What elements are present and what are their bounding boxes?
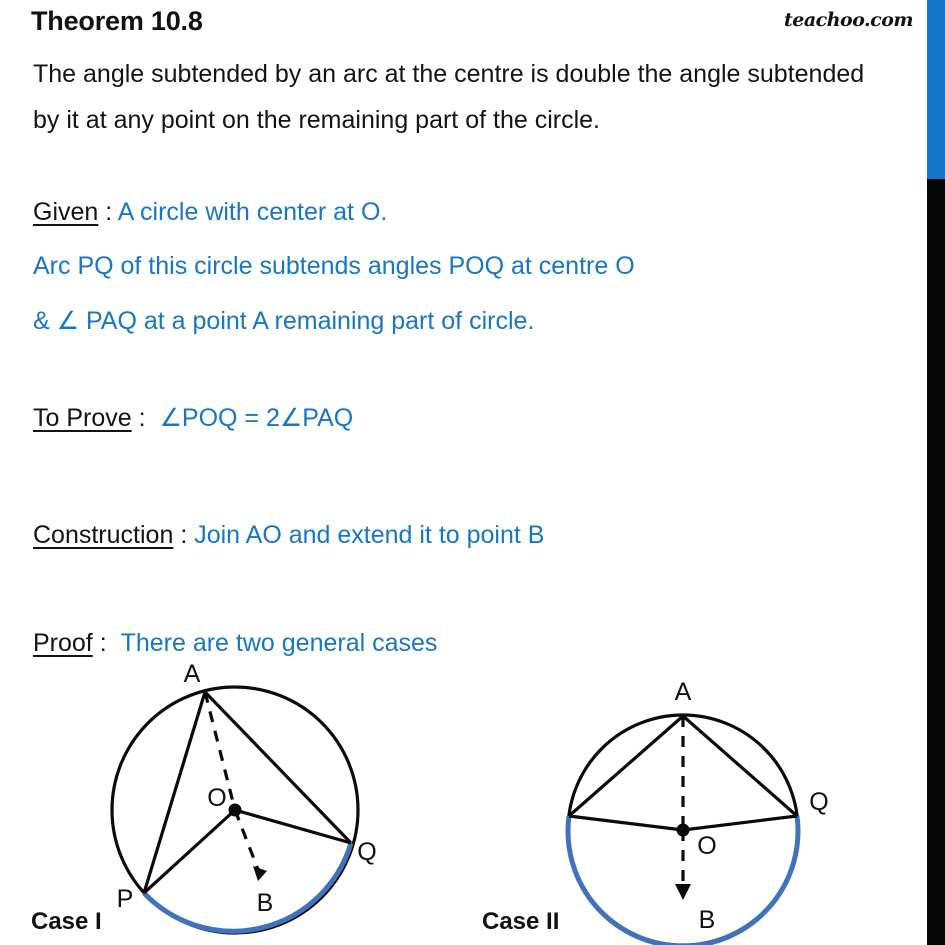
label-p: P <box>117 885 134 913</box>
label-o: O <box>697 832 716 860</box>
label-b: B <box>699 906 716 934</box>
proof-separator: : <box>99 629 107 657</box>
case-one-caption: Case I <box>31 908 102 935</box>
construction-value: Join AO and extend it to point B <box>194 521 545 549</box>
highlighted-arc-pq <box>142 842 354 934</box>
dashed-segment-ob <box>233 809 261 873</box>
segment-aq <box>203 690 353 845</box>
label-q: Q <box>809 788 828 816</box>
arrow-head-b <box>253 866 267 881</box>
case-two-caption: Case II <box>482 908 560 935</box>
segment-po <box>568 814 684 832</box>
figure-case-one: A O P Q B <box>95 660 395 945</box>
label-a: A <box>675 678 692 706</box>
given-section: Given : A circle with center at O. <box>33 198 387 227</box>
to-prove-section: To Prove : ∠POQ = 2∠PAQ <box>33 404 353 433</box>
right-edge-dark-bar <box>927 179 945 945</box>
construction-label: Construction <box>33 521 174 549</box>
right-edge-blue-bar <box>927 0 945 179</box>
to-prove-separator: : <box>138 404 146 432</box>
given-value: A circle with center at O. <box>117 198 388 226</box>
page-title: Theorem 10.8 <box>31 6 203 36</box>
given-line-2: Arc PQ of this circle subtends angles PO… <box>33 252 635 280</box>
label-q: Q <box>357 838 376 866</box>
given-label: Given <box>33 198 99 226</box>
to-prove-label: To Prove <box>33 404 132 432</box>
figure-case-two: A O P Q B <box>539 650 865 945</box>
arrow-head-b <box>675 884 691 900</box>
theorem-statement: The angle subtended by an arc at the cen… <box>33 60 865 134</box>
construction-separator: : <box>180 521 188 549</box>
given-line-3: & ∠ PAQ at a point A remaining part of c… <box>33 307 535 335</box>
label-o: O <box>207 784 226 812</box>
center-point-dot <box>676 823 690 837</box>
brand-logo: teachoo.com <box>783 9 914 31</box>
proof-label: Proof <box>33 629 93 657</box>
to-prove-value: ∠POQ = 2∠PAQ <box>159 404 354 432</box>
segment-ap <box>142 691 207 894</box>
construction-section: Construction : Join AO and extend it to … <box>33 521 544 550</box>
given-separator: : <box>105 198 113 226</box>
label-a: A <box>184 660 201 688</box>
theorem-page: Theorem 10.8 teachoo.com The angle subte… <box>0 0 945 945</box>
proof-section: Proof : There are two general cases <box>33 629 437 658</box>
label-b: B <box>257 889 274 917</box>
center-point-dot <box>228 803 242 817</box>
segment-oq <box>682 814 798 832</box>
proof-value: There are two general cases <box>120 629 438 657</box>
